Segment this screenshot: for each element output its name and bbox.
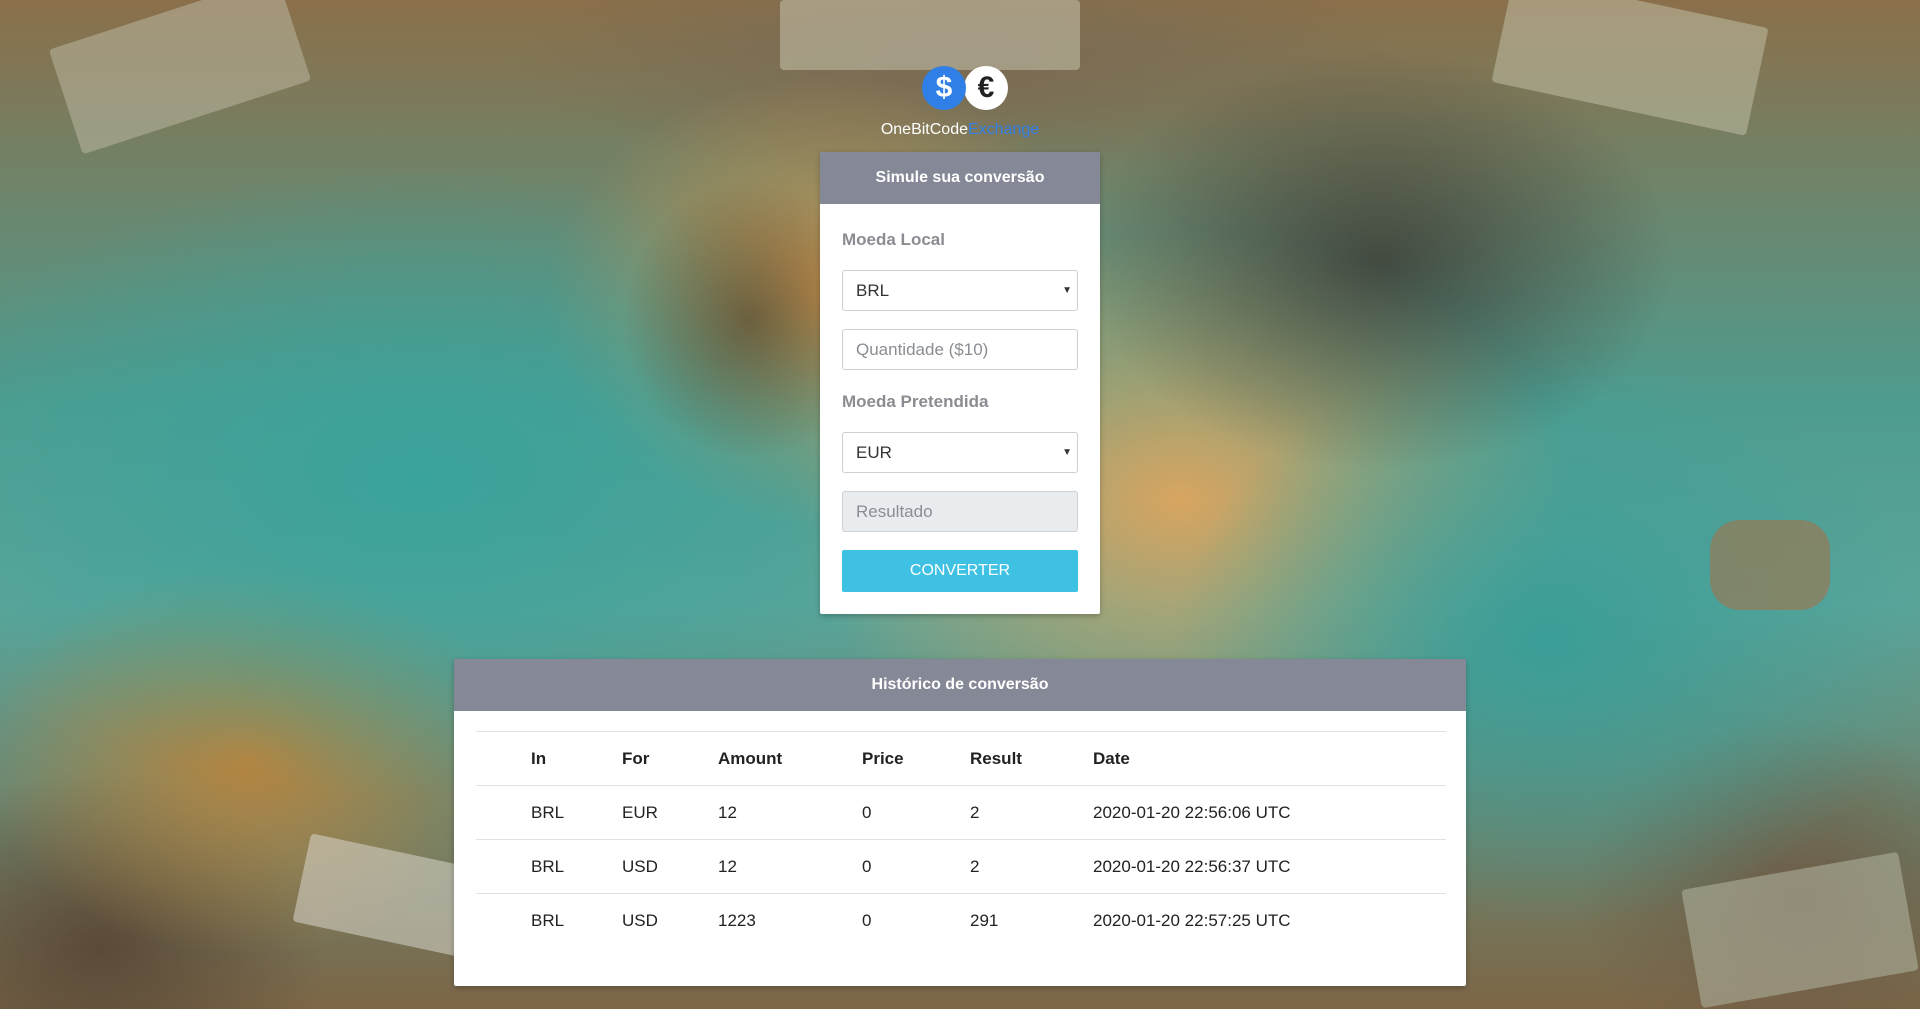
cell-in: BRL <box>531 857 565 876</box>
cell-for: USD <box>622 911 658 930</box>
history-card-title: Histórico de conversão <box>454 659 1466 711</box>
cell-price: 0 <box>862 911 872 930</box>
column-header-result: Result <box>970 749 1022 768</box>
target-currency-value: EUR <box>856 443 892 462</box>
cell-for: EUR <box>622 803 658 822</box>
logo[interactable]: $ € <box>910 66 1010 112</box>
table-header-row: In For Amount Price Result Date <box>476 732 1446 786</box>
cell-amount: 12 <box>718 803 737 822</box>
local-currency-label: Moeda Local <box>842 230 945 249</box>
converter-card-title: Simule sua conversão <box>820 152 1100 204</box>
history-table: In For Amount Price Result Date BRL EUR … <box>476 731 1446 947</box>
local-currency-select[interactable]: BRL ▼ <box>842 270 1078 311</box>
history-card: Histórico de conversão In For Amount Pri… <box>454 659 1466 986</box>
amount-input-placeholder: Quantidade ($10) <box>856 340 989 359</box>
caret-down-icon: ▼ <box>1062 447 1072 458</box>
convert-button[interactable]: CONVERTER <box>842 550 1078 592</box>
background-banknote <box>292 833 478 957</box>
column-header-amount: Amount <box>718 749 783 768</box>
table-row: BRL USD 1223 0 291 2020-01-20 22:57:25 U… <box>476 894 1446 947</box>
local-currency-value: BRL <box>856 281 890 300</box>
cell-result: 2 <box>970 803 980 822</box>
target-currency-select[interactable]: EUR ▼ <box>842 432 1078 473</box>
column-header-price: Price <box>862 749 904 768</box>
cell-result: 2 <box>970 857 980 876</box>
target-currency-label: Moeda Pretendida <box>842 392 989 411</box>
cell-date: 2020-01-20 22:56:37 UTC <box>1093 857 1291 876</box>
dollar-coin-icon: $ <box>922 66 966 110</box>
cell-in: BRL <box>531 803 565 822</box>
brand-name-part2: Exchange <box>968 121 1040 138</box>
cell-for: USD <box>622 857 658 876</box>
column-header-for: For <box>622 749 650 768</box>
euro-coin-icon: € <box>964 66 1008 110</box>
caret-down-icon: ▼ <box>1062 285 1072 296</box>
table-row: BRL EUR 12 0 2 2020-01-20 22:56:06 UTC <box>476 786 1446 840</box>
converter-card: Simule sua conversão Moeda Local BRL ▼ Q… <box>820 152 1100 614</box>
result-field: Resultado <box>842 491 1078 532</box>
cell-in: BRL <box>531 911 565 930</box>
brand-name: OneBitCodeExchange <box>0 120 1920 140</box>
app-header: $ € OneBitCodeExchange <box>0 66 1920 140</box>
cell-date: 2020-01-20 22:56:06 UTC <box>1093 803 1291 822</box>
table-row: BRL USD 12 0 2 2020-01-20 22:56:37 UTC <box>476 840 1446 894</box>
background-banknote <box>780 0 1080 70</box>
cell-amount: 12 <box>718 857 737 876</box>
result-field-placeholder: Resultado <box>856 502 933 521</box>
background-map-landmass <box>1710 520 1830 610</box>
amount-input[interactable]: Quantidade ($10) <box>842 329 1078 370</box>
cell-price: 0 <box>862 857 872 876</box>
column-header-date: Date <box>1093 749 1130 768</box>
background-banknote <box>1681 851 1919 1009</box>
cell-result: 291 <box>970 911 999 930</box>
cell-date: 2020-01-20 22:57:25 UTC <box>1093 911 1291 930</box>
cell-price: 0 <box>862 803 872 822</box>
brand-name-part1: OneBitCode <box>880 121 968 138</box>
column-header-in: In <box>531 749 547 768</box>
cell-amount: 1223 <box>718 911 756 930</box>
